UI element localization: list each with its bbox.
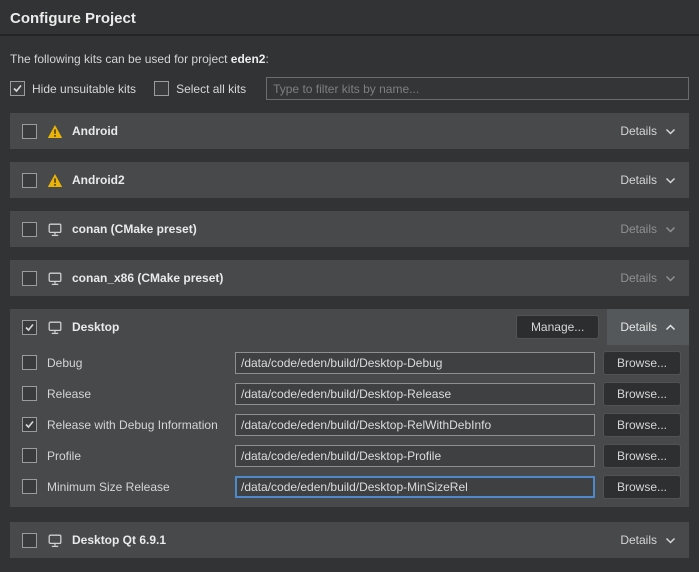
config-label: Debug <box>47 356 82 370</box>
details-button[interactable]: Details <box>607 211 689 247</box>
hide-unsuitable-kits-label: Hide unsuitable kits <box>32 82 136 96</box>
kit-name: Android <box>72 124 118 138</box>
desktop-icon <box>47 271 63 286</box>
kit-row-conan-x86[interactable]: conan_x86 (CMake preset) Details <box>10 260 689 296</box>
details-label: Details <box>620 222 657 236</box>
config-label: Minimum Size Release <box>47 480 170 494</box>
kit-checkbox[interactable] <box>22 271 37 286</box>
kit-row-desktop[interactable]: Desktop Manage... Details <box>10 309 689 345</box>
config-row-minsizerel: Minimum Size Release Browse... <box>10 471 689 502</box>
config-checkbox[interactable] <box>22 386 37 401</box>
hide-unsuitable-kits-checkbox[interactable]: Hide unsuitable kits <box>10 81 136 96</box>
browse-button[interactable]: Browse... <box>603 413 681 437</box>
warning-icon <box>47 124 63 139</box>
details-label: Details <box>620 271 657 285</box>
select-all-kits-checkbox[interactable]: Select all kits <box>154 81 246 96</box>
details-label: Details <box>620 124 657 138</box>
browse-button[interactable]: Browse... <box>603 475 681 499</box>
chevron-down-icon <box>665 128 676 135</box>
build-dir-input-focused[interactable] <box>235 476 595 498</box>
browse-button[interactable]: Browse... <box>603 351 681 375</box>
chevron-up-icon <box>665 324 676 331</box>
checkbox-unchecked-icon[interactable] <box>154 81 169 96</box>
intro-text: The following kits can be used for proje… <box>10 52 689 66</box>
details-button[interactable]: Details <box>607 113 689 149</box>
desktop-icon <box>47 533 63 548</box>
config-checkbox[interactable] <box>22 479 37 494</box>
config-row-profile: Profile Browse... <box>10 440 689 471</box>
kit-row-android2[interactable]: Android2 Details <box>10 162 689 198</box>
project-name: eden2 <box>231 52 266 66</box>
config-row-release: Release Browse... <box>10 378 689 409</box>
browse-button[interactable]: Browse... <box>603 444 681 468</box>
build-dir-input[interactable] <box>235 445 595 467</box>
details-label: Details <box>620 533 657 547</box>
kit-checkbox[interactable] <box>22 173 37 188</box>
config-label: Release <box>47 387 91 401</box>
title-separator <box>0 34 699 36</box>
build-dir-input[interactable] <box>235 352 595 374</box>
config-row-relwithdebinfo: Release with Debug Information Browse... <box>10 409 689 440</box>
config-label: Release with Debug Information <box>47 418 218 432</box>
details-button[interactable]: Details <box>607 162 689 198</box>
kit-name: Android2 <box>72 173 125 187</box>
config-checkbox[interactable] <box>22 355 37 370</box>
page-title: Configure Project <box>10 10 689 27</box>
kit-name: Desktop <box>72 320 119 334</box>
build-dir-input[interactable] <box>235 414 595 436</box>
kit-row-desktop-qt[interactable]: Desktop Qt 6.9.1 Details <box>10 522 689 558</box>
desktop-icon <box>47 222 63 237</box>
checkbox-checked-icon[interactable] <box>10 81 25 96</box>
chevron-down-icon <box>665 177 676 184</box>
kit-list: Android Details Android2 Details <box>10 113 689 558</box>
desktop-icon <box>47 320 63 335</box>
config-checkbox[interactable] <box>22 448 37 463</box>
details-button[interactable]: Details <box>607 309 689 345</box>
kit-checkbox[interactable] <box>22 222 37 237</box>
select-all-kits-label: Select all kits <box>176 82 246 96</box>
config-checkbox[interactable] <box>22 417 37 432</box>
kit-row-conan[interactable]: conan (CMake preset) Details <box>10 211 689 247</box>
manage-button[interactable]: Manage... <box>516 315 599 339</box>
kit-checkbox[interactable] <box>22 320 37 335</box>
kit-checkbox[interactable] <box>22 124 37 139</box>
kit-filter-toolbar: Hide unsuitable kits Select all kits <box>10 77 689 100</box>
kit-name: Desktop Qt 6.9.1 <box>72 533 166 547</box>
config-row-debug: Debug Browse... <box>10 347 689 378</box>
details-button[interactable]: Details <box>607 522 689 558</box>
browse-button[interactable]: Browse... <box>603 382 681 406</box>
details-button[interactable]: Details <box>607 260 689 296</box>
kit-filter-input[interactable] <box>266 77 689 100</box>
build-dir-input[interactable] <box>235 383 595 405</box>
kit-name: conan (CMake preset) <box>72 222 197 236</box>
kit-row-android[interactable]: Android Details <box>10 113 689 149</box>
warning-icon <box>47 173 63 188</box>
chevron-down-icon <box>665 275 676 282</box>
details-label: Details <box>620 173 657 187</box>
chevron-down-icon <box>665 537 676 544</box>
kit-name: conan_x86 (CMake preset) <box>72 271 223 285</box>
details-label: Details <box>620 320 657 334</box>
chevron-down-icon <box>665 226 676 233</box>
kit-checkbox[interactable] <box>22 533 37 548</box>
config-label: Profile <box>47 449 81 463</box>
kit-section-desktop: Desktop Manage... Details Debug Browse..… <box>10 309 689 507</box>
